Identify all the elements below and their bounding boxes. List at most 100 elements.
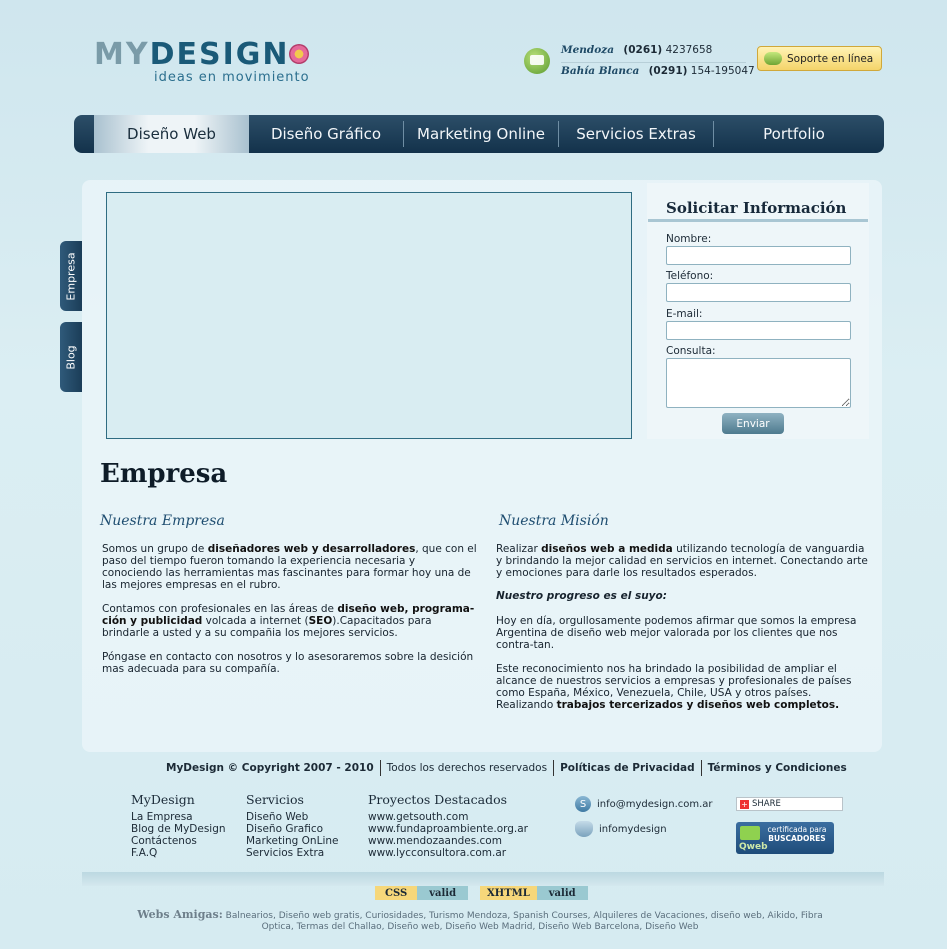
- footer-link[interactable]: La Empresa: [131, 811, 226, 823]
- side-tab-blog[interactable]: Blog: [60, 322, 82, 392]
- side-tab-label: Blog: [64, 344, 78, 370]
- query-label: Consulta:: [666, 345, 716, 357]
- side-tab-label: Empresa: [64, 251, 78, 301]
- logo-my: MY: [94, 37, 150, 72]
- xhtml-valid-badge[interactable]: XHTML valid: [480, 886, 588, 900]
- css-valid-badge[interactable]: CSS valid: [375, 886, 469, 900]
- contact-number: 154-195047: [690, 65, 755, 77]
- phone-label: Teléfono:: [666, 270, 714, 282]
- support-label: Soporte en línea: [787, 52, 874, 65]
- contact-number: 4237658: [665, 44, 713, 56]
- footer-link[interactable]: Marketing OnLine: [246, 835, 338, 847]
- email-field[interactable]: [666, 321, 851, 340]
- main-nav: Diseño Web Diseño Gráfico Marketing Onli…: [74, 115, 884, 153]
- friend-sites: Webs Amigas: Balnearios, Diseño web grat…: [120, 909, 840, 933]
- divider: [379, 760, 381, 776]
- footer-link[interactable]: Diseño Grafico: [246, 823, 338, 835]
- mision-paragraph-1: Realizar diseños web a medida utilizando…: [496, 543, 868, 579]
- empresa-paragraph-1: Somos un grupo de diseñadores web y desa…: [102, 543, 477, 591]
- logo[interactable]: MYDESIGN ideas en movimiento: [94, 40, 344, 86]
- share-button[interactable]: + SHARE: [736, 797, 843, 811]
- section-title-mision: Nuestra Misión: [499, 513, 609, 529]
- form-title-underline: [648, 219, 868, 222]
- footer-link[interactable]: Blog de MyDesign: [131, 823, 226, 835]
- rights-text: Todos los derechos reservados: [386, 762, 548, 774]
- plus-icon: +: [740, 799, 749, 809]
- mision-progress-line: Nuestro progreso es el suyo:: [496, 590, 667, 602]
- qweb-brand: Qweb: [739, 842, 768, 852]
- nav-item-diseno-grafico[interactable]: Diseño Gráfico: [249, 121, 404, 147]
- footer-link[interactable]: www.getsouth.com: [368, 811, 528, 823]
- privacy-link[interactable]: Políticas de Privacidad: [560, 762, 695, 774]
- skype-address: info@mydesign.com.ar: [597, 798, 713, 810]
- skype-contact[interactable]: S info@mydesign.com.ar: [575, 796, 713, 812]
- mision-paragraph-3: Este reconocimiento nos ha brindado la p…: [496, 663, 852, 711]
- divider: [700, 760, 702, 776]
- footer-link[interactable]: F.A.Q: [131, 847, 226, 859]
- qweb-certified-badge[interactable]: certificada para BUSCADORES Qweb: [736, 822, 834, 854]
- contact-area: (0261): [623, 44, 663, 56]
- contact-area: (0291): [648, 65, 688, 77]
- contact-mendoza: Mendoza (0261) 4237658: [561, 44, 712, 56]
- side-tab-empresa[interactable]: Empresa: [60, 241, 82, 311]
- skype-icon: S: [575, 796, 591, 812]
- send-button[interactable]: Enviar: [722, 413, 784, 434]
- media-banner: [106, 192, 632, 439]
- nav-item-diseno-web[interactable]: Diseño Web: [94, 115, 249, 153]
- contact-city: Mendoza: [561, 44, 615, 56]
- badge-key: XHTML: [480, 886, 537, 900]
- messenger-address: infomydesign: [599, 823, 667, 835]
- form-title: Solicitar Información: [666, 199, 847, 217]
- messenger-icon: [575, 821, 593, 837]
- footer-col-title: Servicios: [246, 792, 304, 807]
- logo-design: DESIGN: [149, 37, 290, 72]
- friends-label: Webs Amigas:: [137, 908, 223, 921]
- name-field[interactable]: [666, 246, 851, 265]
- empresa-paragraph-2: Contamos con profesionales en las áreas …: [102, 603, 475, 639]
- query-textarea[interactable]: [666, 358, 851, 408]
- phone-icon: [524, 48, 550, 74]
- footer-link[interactable]: Diseño Web: [246, 811, 338, 823]
- footer-link[interactable]: www.fundaproambiente.org.ar: [368, 823, 528, 835]
- terms-link[interactable]: Términos y Condiciones: [708, 762, 847, 774]
- friends-links[interactable]: Balnearios, Diseño web gratis, Curiosida…: [226, 911, 823, 932]
- footer-band: [82, 872, 884, 886]
- footer-link[interactable]: www.lycconsultora.com.ar: [368, 847, 528, 859]
- badge-value: valid: [417, 886, 469, 900]
- logo-globe-icon: [289, 44, 310, 64]
- contact-bahia-blanca: Bahía Blanca (0291) 154-195047: [561, 65, 755, 77]
- nav-item-marketing-online[interactable]: Marketing Online: [404, 121, 559, 147]
- page-title: Empresa: [100, 459, 228, 489]
- qweb-text: certificada para BUSCADORES: [767, 825, 827, 843]
- phone-field[interactable]: [666, 283, 851, 302]
- footer-link[interactable]: Servicios Extra: [246, 847, 338, 859]
- copyright-text: MyDesign © Copyright 2007 - 2010: [166, 762, 374, 774]
- badge-value: valid: [536, 886, 588, 900]
- footer-col-title: MyDesign: [131, 792, 195, 807]
- logo-tagline: ideas en movimiento: [154, 70, 310, 85]
- divider: [553, 760, 555, 776]
- checkmark-icon: [740, 826, 760, 840]
- messenger-contact[interactable]: infomydesign: [575, 821, 667, 837]
- copyright-row: MyDesign © Copyright 2007 - 2010 Todos l…: [166, 760, 847, 776]
- badge-key: CSS: [375, 886, 418, 900]
- footer-col-mydesign: MyDesign La Empresa Blog de MyDesign Con…: [131, 792, 226, 859]
- footer-link[interactable]: www.mendozaandes.com: [368, 835, 528, 847]
- footer-col-servicios: Servicios Diseño Web Diseño Grafico Mark…: [246, 792, 338, 859]
- footer-link[interactable]: Contáctenos: [131, 835, 226, 847]
- contact-city: Bahía Blanca: [561, 65, 640, 77]
- section-title-empresa: Nuestra Empresa: [100, 513, 225, 529]
- nav-item-portfolio[interactable]: Portfolio: [714, 121, 874, 147]
- contact-divider: [561, 62, 746, 63]
- empresa-paragraph-3: Póngase en contacto con nosotros y lo as…: [102, 651, 474, 675]
- share-label: SHARE: [752, 799, 781, 809]
- name-label: Nombre:: [666, 233, 712, 245]
- chat-icon: [764, 52, 782, 65]
- footer-col-title: Proyectos Destacados: [368, 792, 508, 807]
- footer-col-proyectos: Proyectos Destacados www.getsouth.com ww…: [368, 792, 528, 859]
- mision-paragraph-2: Hoy en día, orgullosamente podemos afirm…: [496, 615, 857, 651]
- nav-item-servicios-extras[interactable]: Servicios Extras: [559, 121, 714, 147]
- online-support-button[interactable]: Soporte en línea: [757, 46, 882, 71]
- email-label: E-mail:: [666, 308, 703, 320]
